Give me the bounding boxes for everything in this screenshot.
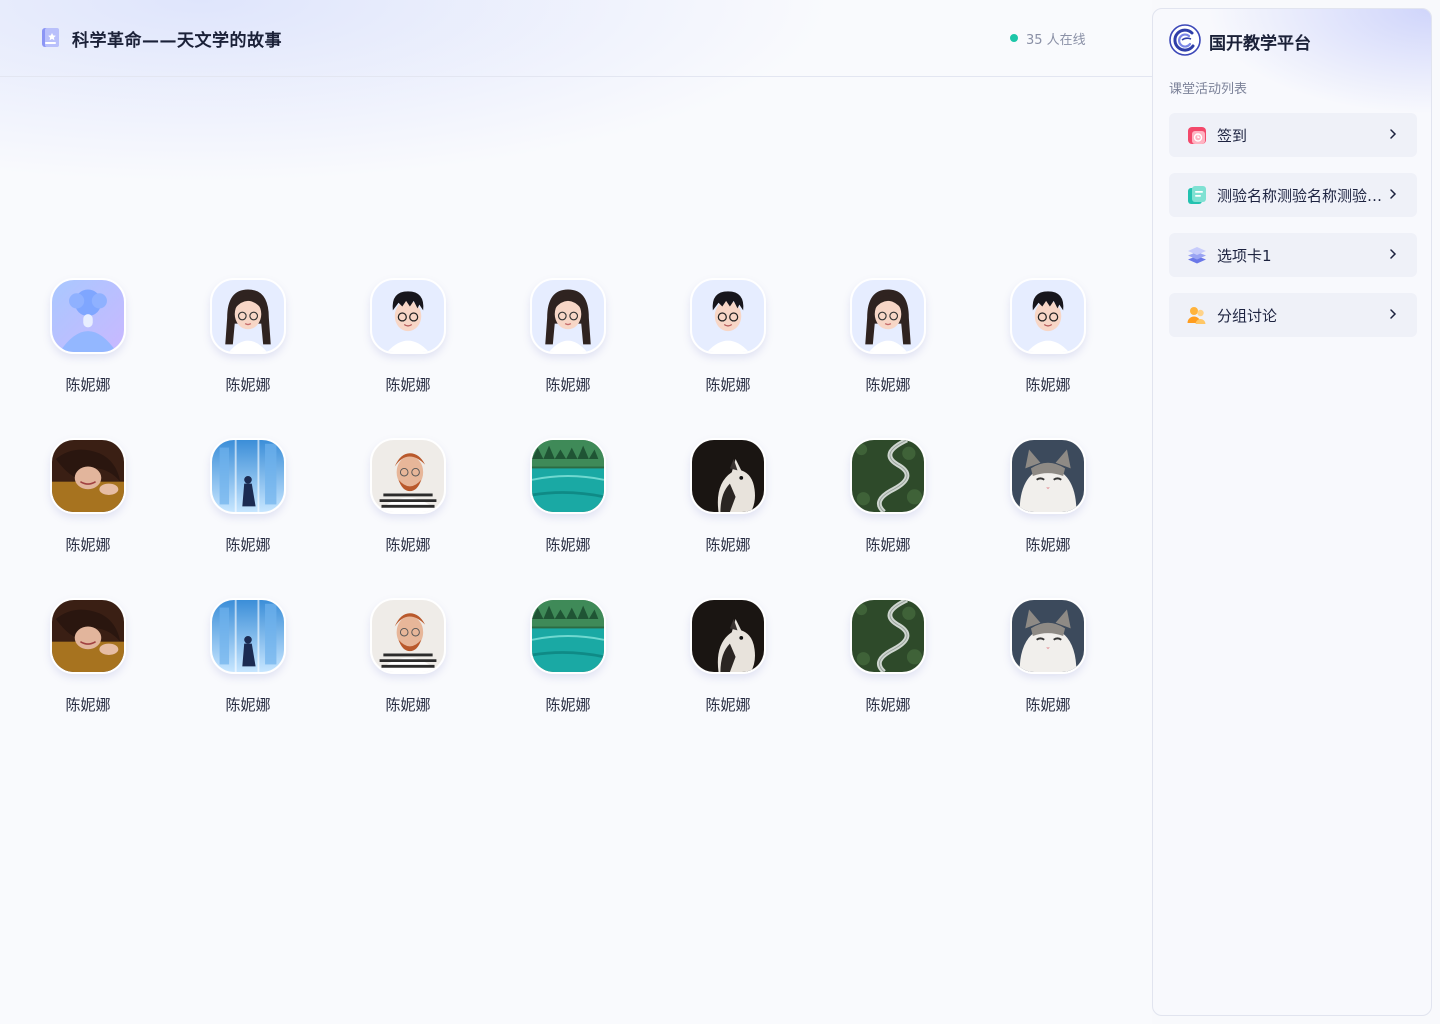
student-card[interactable]: 陈妮娜 [368,278,448,394]
student-card[interactable]: 陈妮娜 [528,598,608,714]
activity-label: 签到 [1217,126,1248,145]
student-avatar[interactable] [1010,278,1086,354]
student-avatar[interactable] [850,278,926,354]
student-avatar[interactable] [850,598,926,674]
platform-name: 国开教学平台 [1209,34,1311,54]
student-card[interactable]: 陈妮娜 [848,598,928,714]
student-name: 陈妮娜 [1025,696,1071,714]
activity-list-title: 课堂活动列表 [1169,82,1248,97]
classroom-main: 科学革命——天文学的故事 35 人在线 陈妮娜 陈妮娜 陈妮娜 陈妮娜 陈妮娜 陈妮娜 陈妮… [0,0,1152,1024]
student-card[interactable]: 陈妮娜 [848,278,928,394]
course-book-icon [42,28,59,47]
chevron-right-icon [1390,189,1397,199]
student-avatar[interactable] [690,278,766,354]
student-avatar[interactable] [370,278,446,354]
sign-in-icon [1188,127,1206,144]
student-name: 陈妮娜 [545,696,591,714]
student-name: 陈妮娜 [65,696,111,714]
online-count-label: 35 人在线 [1026,32,1086,48]
student-card[interactable]: 陈妮娜 [48,598,128,714]
student-avatar[interactable] [1010,598,1086,674]
activity-item-tab[interactable]: 选项卡1 [1169,233,1417,277]
student-avatar[interactable] [210,278,286,354]
header-bar: 科学革命——天文学的故事 35 人在线 [0,0,1152,77]
student-name: 陈妮娜 [705,536,751,554]
student-name: 陈妮娜 [225,376,271,394]
activity-label: 测验名称测验名称测验名称 [1217,186,1387,205]
student-card[interactable]: 陈妮娜 [528,278,608,394]
student-card[interactable]: 陈妮娜 [848,438,928,554]
student-name: 陈妮娜 [385,536,431,554]
student-card[interactable]: 陈妮娜 [688,598,768,714]
student-name: 陈妮娜 [865,536,911,554]
student-name: 陈妮娜 [1025,536,1071,554]
student-grid: 陈妮娜 陈妮娜 陈妮娜 陈妮娜 陈妮娜 陈妮娜 陈妮娜 陈妮娜 陈妮娜 陈妮娜 陈妮娜 陈妮娜 陈妮娜陈… [48,278,1108,714]
student-name: 陈妮娜 [225,536,271,554]
student-name: 陈妮娜 [545,376,591,394]
student-avatar[interactable] [50,438,126,514]
student-card[interactable]: 陈妮娜 [528,438,608,554]
student-card[interactable]: 陈妮娜 [1008,438,1088,554]
student-card[interactable]: 陈妮娜 [688,278,768,394]
student-avatar[interactable] [50,278,126,354]
chevron-right-icon [1390,309,1397,319]
activity-item-quiz[interactable]: 测验名称测验名称测验名称 [1169,173,1417,217]
student-name: 陈妮娜 [545,536,591,554]
student-card[interactable]: 陈妮娜 [688,438,768,554]
platform-logo-icon [1169,24,1201,56]
student-name: 陈妮娜 [65,376,111,394]
student-card[interactable]: 陈妮娜 [208,438,288,554]
student-avatar[interactable] [530,438,606,514]
quiz-icon [1188,186,1206,204]
activity-label: 分组讨论 [1217,306,1278,325]
course-title: 科学革命——天文学的故事 [72,31,282,51]
chevron-right-icon [1390,129,1397,139]
student-card[interactable]: 陈妮娜 [368,598,448,714]
student-avatar[interactable] [210,598,286,674]
student-avatar[interactable] [850,438,926,514]
student-name: 陈妮娜 [705,376,751,394]
student-card[interactable]: 陈妮娜 [208,278,288,394]
layers-icon [1188,247,1206,264]
student-avatar[interactable] [690,438,766,514]
student-avatar[interactable] [1010,438,1086,514]
activity-item-group-discussion[interactable]: 分组讨论 [1169,293,1417,337]
student-avatar[interactable] [370,598,446,674]
student-name: 陈妮娜 [1025,376,1071,394]
activity-label: 选项卡1 [1217,246,1272,265]
student-avatar[interactable] [530,278,606,354]
student-avatar[interactable] [530,598,606,674]
activity-panel: 国开教学平台 课堂活动列表 签到 测验名称测验名称测验名称 选项卡1 分组讨论 [1152,8,1432,1016]
student-card[interactable]: 陈妮娜 [48,278,128,394]
online-status-dot [1010,34,1018,42]
student-avatar[interactable] [370,438,446,514]
online-count: 35 人在线 [1010,29,1086,48]
group-discussion-icon [1187,307,1206,324]
student-name: 陈妮娜 [385,696,431,714]
student-card[interactable]: 陈妮娜 [1008,278,1088,394]
student-name: 陈妮娜 [705,696,751,714]
student-name: 陈妮娜 [865,376,911,394]
activity-item-sign-in[interactable]: 签到 [1169,113,1417,157]
student-avatar[interactable] [50,598,126,674]
chevron-right-icon [1390,249,1397,259]
student-card[interactable]: 陈妮娜 [208,598,288,714]
student-name: 陈妮娜 [865,696,911,714]
student-avatar[interactable] [690,598,766,674]
student-card[interactable]: 陈妮娜 [48,438,128,554]
student-name: 陈妮娜 [225,696,271,714]
student-card[interactable]: 陈妮娜 [368,438,448,554]
student-avatar[interactable] [210,438,286,514]
student-name: 陈妮娜 [385,376,431,394]
student-card[interactable]: 陈妮娜 [1008,598,1088,714]
student-name: 陈妮娜 [65,536,111,554]
